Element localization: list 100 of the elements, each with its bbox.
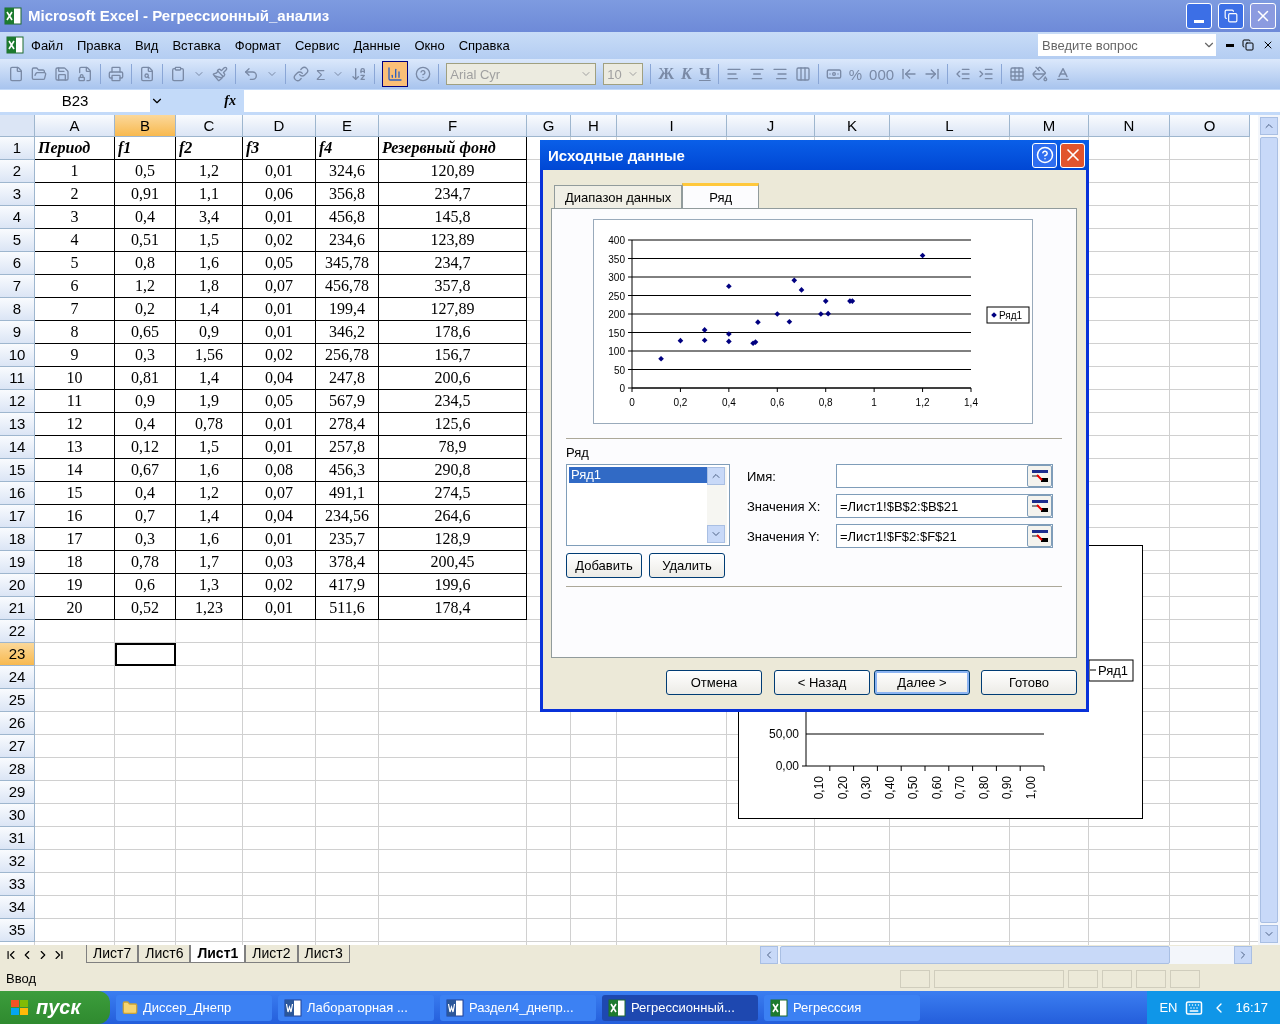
row-header[interactable]: 16: [0, 481, 35, 505]
borders-icon[interactable]: [1009, 66, 1026, 83]
function-button[interactable]: fx: [224, 92, 236, 109]
row-header[interactable]: 10: [0, 343, 35, 367]
paintbrush-icon[interactable]: [212, 66, 228, 83]
row-header[interactable]: 20: [0, 573, 35, 597]
series-button[interactable]: Добавить: [566, 553, 642, 578]
row-header[interactable]: 15: [0, 458, 35, 482]
row-header[interactable]: 11: [0, 366, 35, 390]
column-header[interactable]: J: [727, 114, 815, 137]
row-header[interactable]: 35: [0, 918, 35, 942]
column-header[interactable]: A: [35, 114, 115, 137]
taskbar-button[interactable]: Регресссия: [764, 994, 920, 1021]
menu-item[interactable]: Вставка: [165, 37, 228, 53]
row-header[interactable]: 34: [0, 895, 35, 919]
column-header[interactable]: B: [115, 114, 176, 137]
menu-item[interactable]: Окно: [407, 37, 452, 53]
scroll-down-button[interactable]: [1260, 924, 1278, 943]
chart-wizard-button[interactable]: [382, 61, 409, 88]
row-header[interactable]: 17: [0, 504, 35, 528]
scroll-thumb[interactable]: [780, 946, 1170, 965]
file-search-icon[interactable]: [139, 66, 155, 83]
menu-item[interactable]: Сервис: [287, 37, 347, 53]
row-header[interactable]: 24: [0, 665, 35, 689]
series-list[interactable]: Ряд1: [566, 464, 730, 546]
taskbar-button[interactable]: Диссер_Днепр: [116, 994, 272, 1021]
name-box[interactable]: B23: [0, 89, 150, 112]
row-header[interactable]: 26: [0, 711, 35, 735]
select-all-corner[interactable]: [0, 114, 35, 137]
restore-icon[interactable]: [1242, 39, 1254, 52]
series-list-item[interactable]: Ряд1: [569, 467, 707, 483]
range-select-button[interactable]: [1027, 495, 1052, 517]
taskbar-button[interactable]: Регрессионный...: [602, 994, 758, 1021]
scroll-thumb[interactable]: [1260, 136, 1278, 923]
column-header[interactable]: F: [379, 114, 527, 137]
column-header[interactable]: C: [176, 114, 243, 137]
dialog-tab[interactable]: Ряд: [682, 183, 760, 209]
row-header[interactable]: 23: [0, 642, 35, 666]
scroll-left-button[interactable]: [760, 946, 778, 965]
active-cell[interactable]: [115, 642, 176, 666]
help-search-field[interactable]: Введите вопрос: [1038, 34, 1216, 57]
row-header[interactable]: 12: [0, 389, 35, 413]
row-header[interactable]: 27: [0, 734, 35, 758]
printer-icon[interactable]: [108, 66, 124, 83]
close-button[interactable]: [1060, 142, 1085, 168]
keyboard-icon[interactable]: [1185, 998, 1204, 1017]
formula-field[interactable]: [244, 89, 1280, 112]
range-field[interactable]: =Лист1!$F$2:$F$21: [836, 524, 1053, 548]
column-header[interactable]: K: [815, 114, 890, 137]
row-header[interactable]: 7: [0, 274, 35, 298]
row-header[interactable]: 9: [0, 320, 35, 344]
taskbar-button[interactable]: Раздел4_днепр...: [440, 994, 596, 1021]
help-icon[interactable]: [415, 66, 432, 83]
menu-item[interactable]: Вид: [127, 37, 166, 53]
column-header[interactable]: L: [890, 114, 1010, 137]
taskbar-button[interactable]: Лабораторная ...: [278, 994, 434, 1021]
row-header[interactable]: 13: [0, 412, 35, 436]
row-header[interactable]: 28: [0, 757, 35, 781]
row-header[interactable]: 25: [0, 688, 35, 712]
restore-button[interactable]: [1218, 2, 1244, 29]
row-header[interactable]: 32: [0, 849, 35, 873]
series-button[interactable]: Удалить: [649, 553, 725, 578]
row-header[interactable]: 8: [0, 297, 35, 321]
row-header[interactable]: 18: [0, 527, 35, 551]
menu-item[interactable]: Формат: [227, 37, 288, 53]
clipboard-icon[interactable]: [170, 66, 186, 83]
column-header[interactable]: E: [316, 114, 379, 137]
merge-cells-icon[interactable]: [794, 66, 811, 83]
row-header[interactable]: 30: [0, 803, 35, 827]
folder-icon[interactable]: [31, 66, 47, 83]
font-color-icon[interactable]: [1055, 66, 1072, 83]
row-header[interactable]: 31: [0, 826, 35, 850]
dialog-button[interactable]: Далее >: [874, 670, 970, 695]
column-header[interactable]: G: [527, 114, 571, 137]
range-field[interactable]: [836, 464, 1053, 488]
row-header[interactable]: 22: [0, 619, 35, 643]
scroll-up-button[interactable]: [1260, 116, 1278, 135]
menu-item[interactable]: Файл: [24, 37, 70, 53]
close-button[interactable]: [1250, 2, 1276, 29]
dialog-button[interactable]: Отмена: [666, 670, 762, 695]
help-button[interactable]: [1032, 142, 1057, 168]
menu-item[interactable]: Данные: [346, 37, 408, 53]
scroll-down-button[interactable]: [707, 525, 725, 543]
file-lock-icon[interactable]: [77, 66, 93, 83]
row-header[interactable]: 19: [0, 550, 35, 574]
range-field[interactable]: =Лист1!$B$2:$B$21: [836, 494, 1053, 518]
row-header[interactable]: 4: [0, 205, 35, 229]
link-icon[interactable]: [293, 66, 309, 83]
row-header[interactable]: 33: [0, 872, 35, 896]
dialog-button[interactable]: < Назад: [774, 670, 870, 695]
undo-icon[interactable]: [243, 66, 259, 83]
row-header[interactable]: 6: [0, 251, 35, 275]
sort-icon[interactable]: [351, 66, 368, 83]
row-header[interactable]: 2: [0, 159, 35, 183]
start-button[interactable]: пуск: [0, 991, 110, 1024]
fill-color-icon[interactable]: [1032, 66, 1049, 83]
range-select-button[interactable]: [1027, 525, 1052, 547]
scroll-up-button[interactable]: [707, 467, 725, 485]
column-header[interactable]: I: [617, 114, 727, 137]
column-header[interactable]: M: [1010, 114, 1089, 137]
